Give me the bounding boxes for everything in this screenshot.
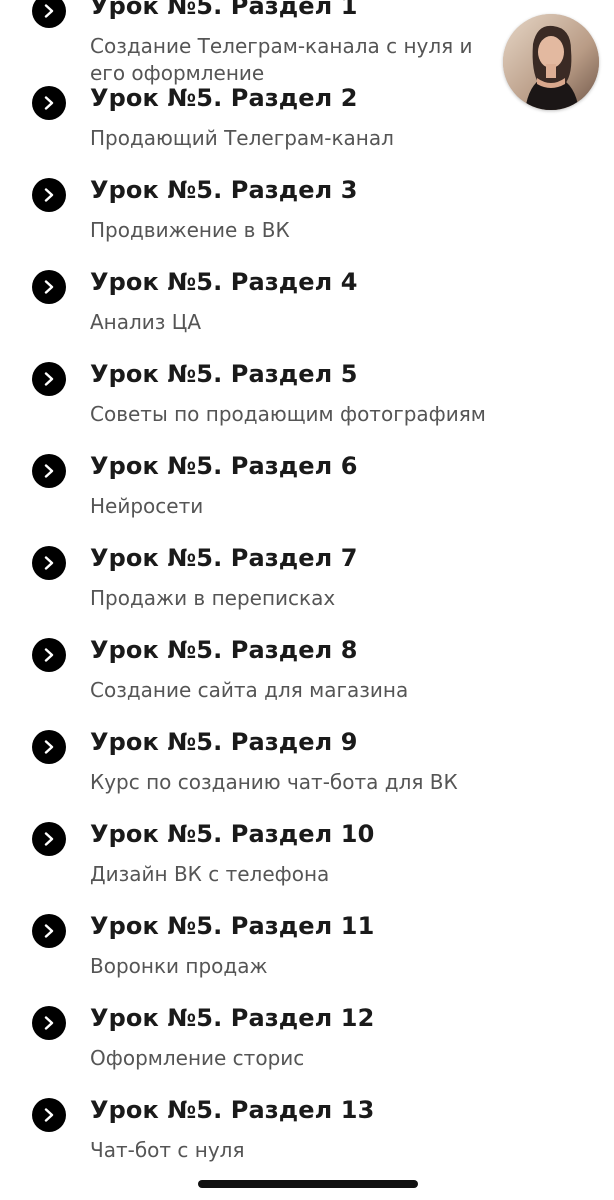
lesson-item[interactable]: Урок №5. Раздел 5 Советы по продающим фо… bbox=[0, 346, 614, 438]
chevron-right-icon bbox=[32, 914, 66, 948]
lesson-title: Урок №5. Раздел 2 bbox=[90, 84, 358, 112]
lesson-list: Урок №5. Раздел 1 Создание Телеграм-кана… bbox=[0, 0, 614, 1174]
lesson-item[interactable]: Урок №5. Раздел 7 Продажи в переписках bbox=[0, 530, 614, 622]
lesson-title: Урок №5. Раздел 10 bbox=[90, 820, 375, 848]
lesson-title: Урок №5. Раздел 12 bbox=[90, 1004, 375, 1032]
lesson-subtitle: Нейросети bbox=[90, 494, 204, 518]
home-indicator[interactable] bbox=[198, 1180, 418, 1188]
chevron-right-icon bbox=[32, 0, 66, 28]
lesson-subtitle: Воронки продаж bbox=[90, 954, 268, 978]
lesson-title: Урок №5. Раздел 3 bbox=[90, 176, 358, 204]
lesson-title: Урок №5. Раздел 13 bbox=[90, 1096, 375, 1124]
lesson-subtitle: Дизайн ВК с телефона bbox=[90, 862, 330, 886]
lesson-subtitle: Советы по продающим фотографиям bbox=[90, 402, 486, 426]
lesson-subtitle: Продажи в переписках bbox=[90, 586, 336, 610]
lesson-title: Урок №5. Раздел 11 bbox=[90, 912, 375, 940]
avatar[interactable] bbox=[503, 14, 599, 110]
lesson-subtitle: Курс по созданию чат-бота для ВК bbox=[90, 770, 458, 794]
lesson-subtitle: Оформление сторис bbox=[90, 1046, 305, 1070]
lesson-subtitle: Чат-бот с нуля bbox=[90, 1138, 245, 1162]
profile-photo-icon bbox=[503, 14, 599, 110]
lesson-subtitle: Продвижение в ВК bbox=[90, 218, 290, 242]
lesson-item[interactable]: Урок №5. Раздел 11 Воронки продаж bbox=[0, 898, 614, 990]
chevron-right-icon bbox=[32, 178, 66, 212]
lesson-item[interactable]: Урок №5. Раздел 10 Дизайн ВК с телефона bbox=[0, 806, 614, 898]
lesson-item[interactable]: Урок №5. Раздел 3 Продвижение в ВК bbox=[0, 162, 614, 254]
chevron-right-icon bbox=[32, 362, 66, 396]
chevron-right-icon bbox=[32, 546, 66, 580]
lesson-item[interactable]: Урок №5. Раздел 9 Курс по созданию чат-б… bbox=[0, 714, 614, 806]
lesson-title: Урок №5. Раздел 9 bbox=[90, 728, 358, 756]
lesson-subtitle: Создание сайта для магазина bbox=[90, 678, 409, 702]
lesson-title: Урок №5. Раздел 5 bbox=[90, 360, 358, 388]
lesson-item[interactable]: Урок №5. Раздел 6 Нейросети bbox=[0, 438, 614, 530]
lesson-title: Урок №5. Раздел 4 bbox=[90, 268, 358, 296]
chevron-right-icon bbox=[32, 1006, 66, 1040]
chevron-right-icon bbox=[32, 454, 66, 488]
chevron-right-icon bbox=[32, 730, 66, 764]
lesson-title: Урок №5. Раздел 1 bbox=[90, 0, 358, 20]
lesson-item[interactable]: Урок №5. Раздел 4 Анализ ЦА bbox=[0, 254, 614, 346]
chevron-right-icon bbox=[32, 270, 66, 304]
chevron-right-icon bbox=[32, 822, 66, 856]
lesson-item[interactable]: Урок №5. Раздел 12 Оформление сторис bbox=[0, 990, 614, 1082]
lesson-subtitle: Анализ ЦА bbox=[90, 310, 201, 334]
lesson-item[interactable]: Урок №5. Раздел 13 Чат-бот с нуля bbox=[0, 1082, 614, 1174]
lesson-title: Урок №5. Раздел 7 bbox=[90, 544, 358, 572]
lesson-item[interactable]: Урок №5. Раздел 8 Создание сайта для маг… bbox=[0, 622, 614, 714]
lesson-title: Урок №5. Раздел 8 bbox=[90, 636, 358, 664]
chevron-right-icon bbox=[32, 1098, 66, 1132]
chevron-right-icon bbox=[32, 638, 66, 672]
lesson-subtitle: Продающий Телеграм-канал bbox=[90, 126, 394, 150]
lesson-title: Урок №5. Раздел 6 bbox=[90, 452, 358, 480]
chevron-right-icon bbox=[32, 86, 66, 120]
